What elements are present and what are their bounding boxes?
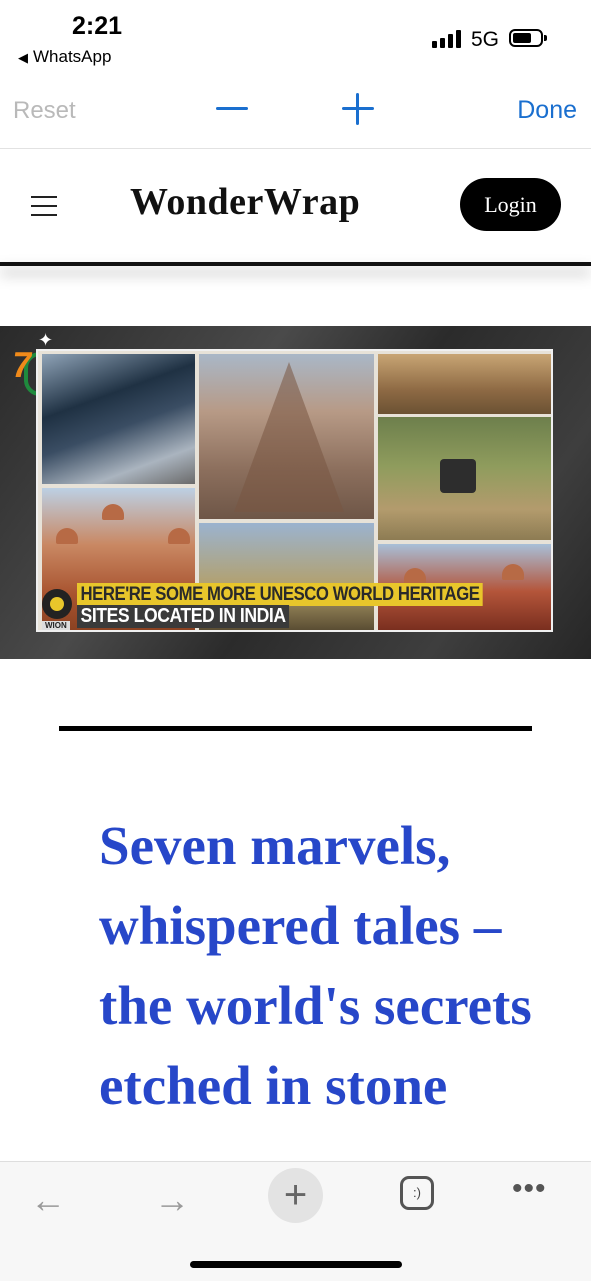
more-options-icon[interactable]: ••• <box>512 1172 547 1206</box>
signal-icon <box>432 30 464 48</box>
back-app-label: WhatsApp <box>33 47 112 66</box>
new-tab-button[interactable]: + <box>268 1168 323 1223</box>
wion-label: WION <box>42 621 70 630</box>
section-divider <box>59 726 532 731</box>
caption-line-1: HERE'RE SOME MORE UNESCO WORLD HERITAGE <box>77 583 483 606</box>
heritage-collage: WION HERE'RE SOME MORE UNESCO WORLD HERI… <box>36 349 553 632</box>
zoom-toolbar: Reset Done <box>0 78 591 149</box>
back-triangle-icon: ◀ <box>18 50 28 65</box>
forward-arrow-icon[interactable]: → <box>154 1182 190 1218</box>
reset-button[interactable]: Reset <box>13 97 76 125</box>
site-brand[interactable]: WonderWrap <box>130 180 360 224</box>
battery-icon <box>509 29 547 47</box>
wion-logo <box>42 589 72 619</box>
safari-jeep-photo <box>378 417 551 540</box>
tabs-button[interactable]: :) <box>400 1176 434 1210</box>
zoom-in-button[interactable] <box>342 93 374 125</box>
back-arrow-icon[interactable]: ← <box>30 1182 66 1218</box>
login-button[interactable]: Login <box>460 178 561 231</box>
done-button[interactable]: Done <box>517 96 577 125</box>
back-to-app-link[interactable]: ◀ WhatsApp <box>18 47 111 67</box>
caption-line-2: SITES LOCATED IN INDIA <box>77 605 290 628</box>
hero-image[interactable]: 7 ✦ WION HERE'RE SOME MORE UNESCO WORLD … <box>0 326 591 659</box>
temple-photo <box>199 354 374 519</box>
network-type: 5G <box>471 28 500 51</box>
menu-icon[interactable] <box>31 196 57 216</box>
zoom-out-button[interactable] <box>216 107 248 110</box>
temple-roof-photo <box>378 354 551 414</box>
home-indicator <box>190 1261 402 1268</box>
steam-train-photo <box>42 354 195 484</box>
status-bar: 2:21 ◀ WhatsApp 5G <box>0 0 591 78</box>
status-time: 2:21 <box>72 12 123 40</box>
article-headline: Seven marvels, whispered tales – the wor… <box>99 815 532 1116</box>
header-divider <box>0 262 591 266</box>
